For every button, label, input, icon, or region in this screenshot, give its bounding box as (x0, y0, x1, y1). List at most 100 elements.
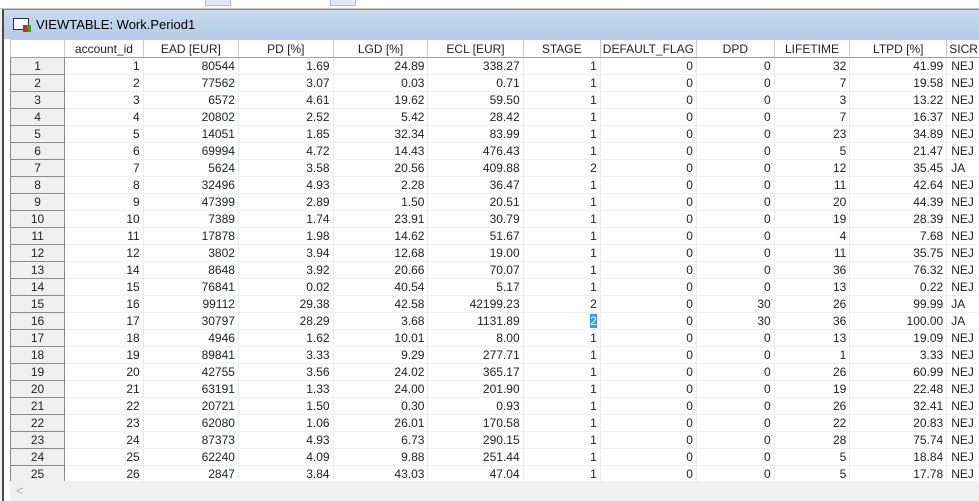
cell-pd[interactable]: 3.58 (238, 160, 333, 177)
cell-lgd[interactable]: 9.88 (333, 449, 428, 466)
cell-default-flag[interactable]: 0 (600, 177, 696, 194)
cell-ecl[interactable]: 83.99 (428, 126, 523, 143)
cell-ead[interactable]: 7389 (143, 211, 238, 228)
cell-ecl[interactable]: 409.88 (428, 160, 523, 177)
cell-lgd[interactable]: 1.50 (333, 194, 428, 211)
cell-default-flag[interactable]: 0 (600, 228, 696, 245)
cell-lgd[interactable]: 2.28 (333, 177, 428, 194)
table-row[interactable]: 1819898413.339.29277.7110013.33NEJ (11, 347, 979, 364)
cell-ead[interactable]: 20802 (143, 109, 238, 126)
cell-default-flag[interactable]: 0 (600, 347, 696, 364)
table-row[interactable]: 2223620801.0626.01170.581002220.83NEJ (11, 415, 979, 432)
cell-sicr[interactable]: NEJ (947, 245, 979, 262)
cell-pd[interactable]: 29.38 (238, 296, 333, 313)
cell-dpd[interactable]: 0 (696, 279, 774, 296)
row-header[interactable]: 1 (11, 58, 65, 75)
cell-dpd[interactable]: 0 (696, 381, 774, 398)
cell-dpd[interactable]: 0 (696, 245, 774, 262)
cell-lifetime[interactable]: 7 (774, 75, 850, 92)
cell-ead[interactable]: 62080 (143, 415, 238, 432)
cell-ltpd[interactable]: 35.45 (850, 160, 947, 177)
cell-dpd[interactable]: 0 (696, 92, 774, 109)
cell-ecl[interactable]: 0.71 (428, 75, 523, 92)
table-row[interactable]: 15169911229.3842.5842199.2320302699.99JA (11, 296, 979, 313)
cell-lifetime[interactable]: 28 (774, 432, 850, 449)
cell-lifetime[interactable]: 20 (774, 194, 850, 211)
table-row[interactable]: 44208022.525.4228.42100716.37NEJ (11, 109, 979, 126)
table-row[interactable]: 88324964.932.2836.471001142.64NEJ (11, 177, 979, 194)
cell-ead[interactable]: 3802 (143, 245, 238, 262)
cell-account-id[interactable]: 8 (65, 177, 144, 194)
cell-ead[interactable]: 76841 (143, 279, 238, 296)
cell-ltpd[interactable]: 13.22 (850, 92, 947, 109)
cell-account-id[interactable]: 12 (65, 245, 144, 262)
table-row[interactable]: 3365724.6119.6259.50100313.22NEJ (11, 92, 979, 109)
cell-dpd[interactable]: 0 (696, 364, 774, 381)
cell-sicr[interactable]: NEJ (947, 466, 979, 483)
cell-pd[interactable]: 3.94 (238, 245, 333, 262)
cell-pd[interactable]: 3.33 (238, 347, 333, 364)
cell-dpd[interactable]: 0 (696, 109, 774, 126)
cell-lifetime[interactable]: 11 (774, 177, 850, 194)
row-header[interactable]: 20 (11, 381, 65, 398)
cell-dpd[interactable]: 0 (696, 228, 774, 245)
column-header-ltpd[interactable]: LTPD [%] (850, 40, 947, 58)
cell-sicr[interactable]: NEJ (947, 211, 979, 228)
cell-pd[interactable]: 4.72 (238, 143, 333, 160)
cell-lifetime[interactable]: 13 (774, 279, 850, 296)
cell-pd[interactable]: 1.06 (238, 415, 333, 432)
row-header[interactable]: 16 (11, 313, 65, 330)
cell-ead[interactable]: 32496 (143, 177, 238, 194)
cell-default-flag[interactable]: 0 (600, 296, 696, 313)
row-header[interactable]: 17 (11, 330, 65, 347)
cell-lifetime[interactable]: 36 (774, 313, 850, 330)
cell-default-flag[interactable]: 0 (600, 415, 696, 432)
cell-sicr[interactable]: NEJ (947, 381, 979, 398)
cell-ead[interactable]: 99112 (143, 296, 238, 313)
cell-sicr[interactable]: NEJ (947, 398, 979, 415)
cell-ecl[interactable]: 51.67 (428, 228, 523, 245)
cell-ltpd[interactable]: 76.32 (850, 262, 947, 279)
cell-account-id[interactable]: 16 (65, 296, 144, 313)
cell-default-flag[interactable]: 0 (600, 160, 696, 177)
row-header[interactable]: 11 (11, 228, 65, 245)
cell-lifetime[interactable]: 4 (774, 228, 850, 245)
row-header[interactable]: 15 (11, 296, 65, 313)
cell-pd[interactable]: 3.07 (238, 75, 333, 92)
cell-default-flag[interactable]: 0 (600, 330, 696, 347)
cell-sicr[interactable]: NEJ (947, 347, 979, 364)
cell-lgd[interactable]: 12.68 (333, 245, 428, 262)
cell-lifetime[interactable]: 23 (774, 126, 850, 143)
table-row[interactable]: 101073891.7423.9130.791001928.39NEJ (11, 211, 979, 228)
table-row[interactable]: 121238023.9412.6819.001001135.75NEJ (11, 245, 979, 262)
cell-dpd[interactable]: 30 (696, 296, 774, 313)
cell-account-id[interactable]: 7 (65, 160, 144, 177)
cell-default-flag[interactable]: 0 (600, 143, 696, 160)
cell-ead[interactable]: 63191 (143, 381, 238, 398)
row-header[interactable]: 6 (11, 143, 65, 160)
cell-account-id[interactable]: 2 (65, 75, 144, 92)
cell-account-id[interactable]: 5 (65, 126, 144, 143)
cell-dpd[interactable]: 0 (696, 177, 774, 194)
toolbar-tab[interactable] (330, 0, 356, 6)
cell-ltpd[interactable]: 60.99 (850, 364, 947, 381)
cell-ecl[interactable]: 36.47 (428, 177, 523, 194)
row-header[interactable]: 21 (11, 398, 65, 415)
cell-pd[interactable]: 1.74 (238, 211, 333, 228)
cell-ecl[interactable]: 59.50 (428, 92, 523, 109)
cell-default-flag[interactable]: 0 (600, 381, 696, 398)
cell-ecl[interactable]: 277.71 (428, 347, 523, 364)
cell-sicr[interactable]: NEJ (947, 449, 979, 466)
column-header-stage[interactable]: STAGE (523, 40, 600, 58)
cell-dpd[interactable]: 0 (696, 211, 774, 228)
cell-pd[interactable]: 0.02 (238, 279, 333, 296)
cell-ltpd[interactable]: 99.99 (850, 296, 947, 313)
cell-account-id[interactable]: 21 (65, 381, 144, 398)
row-header[interactable]: 22 (11, 415, 65, 432)
cell-dpd[interactable]: 0 (696, 330, 774, 347)
row-header[interactable]: 7 (11, 160, 65, 177)
table-row[interactable]: 2425622404.099.88251.44100518.84NEJ (11, 449, 979, 466)
cell-default-flag[interactable]: 0 (600, 364, 696, 381)
cell-default-flag[interactable]: 0 (600, 92, 696, 109)
cell-stage[interactable]: 1 (523, 449, 600, 466)
